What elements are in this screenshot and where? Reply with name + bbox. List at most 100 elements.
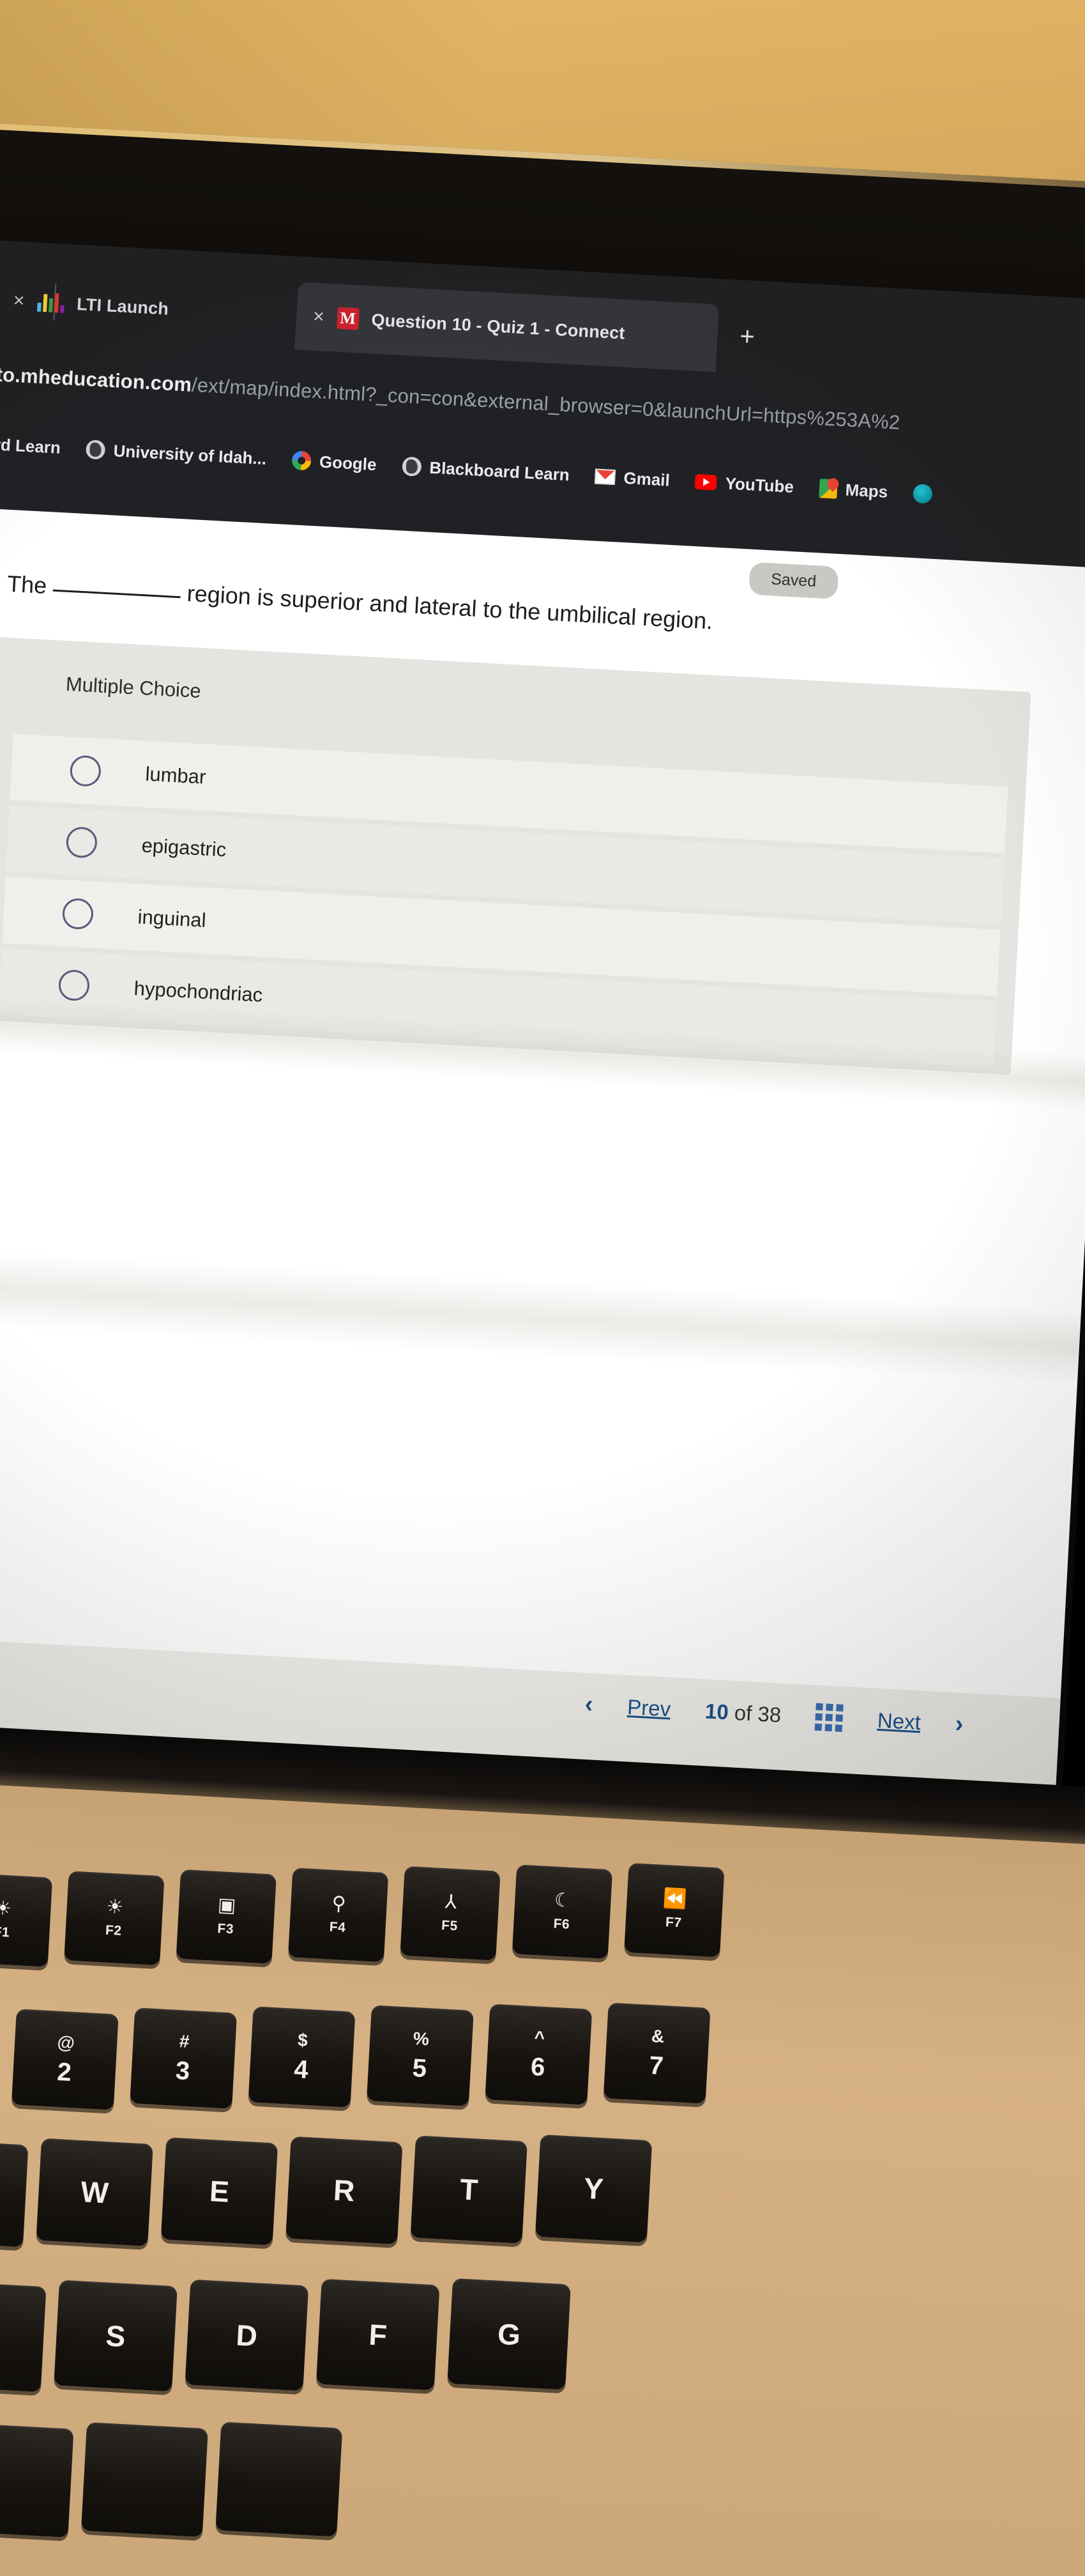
- key-legend: F: [368, 2317, 388, 2352]
- key-a[interactable]: A: [0, 2280, 47, 2393]
- browser-tab-lti-launch[interactable]: × LTI Launch: [0, 266, 305, 349]
- key-legend: F4: [329, 1919, 346, 1935]
- maps-icon: [819, 479, 838, 499]
- chevron-left-icon[interactable]: ‹: [584, 1690, 594, 1719]
- key-shift-legend: #: [179, 2030, 190, 2051]
- key-f4[interactable]: ⚲ F4: [288, 1867, 389, 1963]
- key-legend: 2: [56, 2057, 73, 2087]
- key-f2[interactable]: ☀ F2: [64, 1871, 165, 1966]
- of-label: of: [733, 1700, 753, 1725]
- key-shift-legend: &: [651, 2025, 665, 2046]
- key-r[interactable]: R: [285, 2136, 403, 2245]
- question-grid-icon[interactable]: [815, 1703, 844, 1732]
- key-q[interactable]: Q: [0, 2139, 29, 2248]
- key-7[interactable]: & 7: [603, 2002, 711, 2104]
- key-bottom-1[interactable]: [0, 2422, 74, 2538]
- answer-option-label: epigastric: [140, 834, 227, 861]
- key-legend: T: [459, 2172, 479, 2207]
- key-4[interactable]: $ 4: [248, 2006, 356, 2108]
- keyboard: ☀ F1 ☀ F2 ▣ F3 ⚲ F4 ⅄ F5 ☾ F6 ⏪ F7 @ 2 #…: [0, 1782, 1085, 2576]
- close-icon[interactable]: ×: [13, 290, 25, 312]
- bookmark-youtube[interactable]: YouTube: [695, 471, 794, 496]
- bookmark-label: Maps: [844, 479, 888, 502]
- photo-of-laptop-screen: × LTI Launch × M Question 10 - Quiz 1 - …: [0, 0, 1085, 2576]
- quiz-navigation-controls: ‹ Prev 10 of 38 Next ›: [584, 1690, 964, 1738]
- key-legend: F2: [105, 1922, 123, 1938]
- key-3[interactable]: # 3: [130, 2007, 238, 2109]
- key-2[interactable]: @ 2: [11, 2009, 119, 2110]
- bookmark-label: Blackboard Learn: [429, 457, 570, 484]
- key-t[interactable]: T: [410, 2135, 527, 2244]
- mission-control-icon: ▣: [217, 1894, 237, 1917]
- extension-icon[interactable]: [913, 484, 933, 504]
- key-legend: 5: [411, 2053, 428, 2083]
- key-5[interactable]: % 5: [367, 2005, 474, 2106]
- key-e[interactable]: E: [160, 2137, 278, 2246]
- key-f5[interactable]: ⅄ F5: [400, 1866, 501, 1961]
- browser-tab-title: LTI Launch: [76, 294, 169, 319]
- total-question-count: 38: [757, 1701, 782, 1727]
- globe-icon: [86, 440, 106, 460]
- key-w[interactable]: W: [36, 2138, 153, 2246]
- close-icon[interactable]: ×: [312, 306, 324, 328]
- answer-option-label: lumbar: [144, 762, 207, 788]
- bookmark-gmail[interactable]: Gmail: [595, 466, 671, 490]
- bookmark-blackboard-learn-2[interactable]: Blackboard Learn: [401, 456, 570, 485]
- key-bottom-3[interactable]: [215, 2421, 343, 2537]
- key-s[interactable]: S: [54, 2280, 178, 2392]
- prev-button[interactable]: Prev: [626, 1694, 671, 1721]
- bookmark-label: University of Idah...: [112, 440, 268, 468]
- key-legend: F1: [0, 1924, 10, 1940]
- key-f1[interactable]: ☀ F1: [0, 1872, 53, 1967]
- status-badge: Saved: [748, 562, 839, 599]
- radio-button-icon[interactable]: [61, 898, 95, 930]
- bookmark-label: Google: [319, 452, 377, 474]
- bookmark-maps[interactable]: Maps: [819, 479, 888, 502]
- key-shift-legend: %: [413, 2028, 430, 2049]
- key-legend: 3: [174, 2056, 191, 2085]
- gmail-icon: [595, 468, 616, 486]
- bookmark-google[interactable]: Google: [291, 450, 377, 475]
- radio-button-icon[interactable]: [57, 969, 91, 1002]
- key-y[interactable]: Y: [535, 2134, 653, 2243]
- globe-icon: [401, 456, 422, 477]
- key-g[interactable]: G: [447, 2278, 571, 2390]
- key-legend: S: [105, 2319, 126, 2353]
- key-f3[interactable]: ▣ F3: [176, 1869, 277, 1964]
- laptop-screen: × LTI Launch × M Question 10 - Quiz 1 - …: [0, 236, 1085, 1820]
- key-legend: Y: [582, 2171, 605, 2206]
- key-legend: D: [235, 2318, 259, 2352]
- laptop-keyboard-deck: ☀ F1 ☀ F2 ▣ F3 ⚲ F4 ⅄ F5 ☾ F6 ⏪ F7 @ 2 #…: [0, 1782, 1085, 2576]
- chevron-right-icon[interactable]: ›: [955, 1710, 964, 1738]
- current-question-number: 10: [704, 1698, 729, 1724]
- key-legend: 7: [648, 2051, 664, 2080]
- new-tab-button[interactable]: +: [739, 322, 755, 351]
- browser-tab-title: Question 10 - Quiz 1 - Connect: [370, 310, 626, 343]
- bar-chart-icon: [36, 293, 65, 313]
- question-suffix: region is superior and lateral to the um…: [186, 579, 714, 634]
- question-counter: 10 of 38: [704, 1699, 782, 1727]
- key-bottom-2[interactable]: [80, 2422, 208, 2538]
- bookmark-blackboard-learn-1[interactable]: ckboard Learn: [0, 431, 61, 458]
- search-icon: ⚲: [331, 1892, 347, 1915]
- key-f7[interactable]: ⏪ F7: [624, 1862, 725, 1958]
- quiz-page: i Saved Theregion is superior and latera…: [0, 504, 1085, 1820]
- key-d[interactable]: D: [185, 2279, 309, 2391]
- key-shift-legend: $: [297, 2029, 308, 2050]
- key-legend: F5: [441, 1918, 459, 1934]
- bookmark-university-of-idaho[interactable]: University of Idah...: [86, 440, 267, 469]
- radio-button-icon[interactable]: [69, 755, 102, 787]
- question-type-label: Multiple Choice: [65, 672, 202, 703]
- rewind-icon: ⏪: [662, 1887, 688, 1910]
- radio-button-icon[interactable]: [65, 826, 98, 859]
- next-button[interactable]: Next: [877, 1708, 922, 1735]
- key-shift-legend: @: [56, 2032, 75, 2053]
- key-legend: W: [80, 2175, 110, 2210]
- key-6[interactable]: ^ 6: [485, 2004, 593, 2105]
- youtube-icon: [695, 473, 718, 491]
- key-legend: 6: [529, 2052, 546, 2082]
- key-f6[interactable]: ☾ F6: [512, 1864, 613, 1959]
- key-legend: F7: [665, 1915, 683, 1931]
- key-f[interactable]: F: [315, 2278, 440, 2391]
- url-domain: ezto.mheducation.com: [0, 362, 193, 396]
